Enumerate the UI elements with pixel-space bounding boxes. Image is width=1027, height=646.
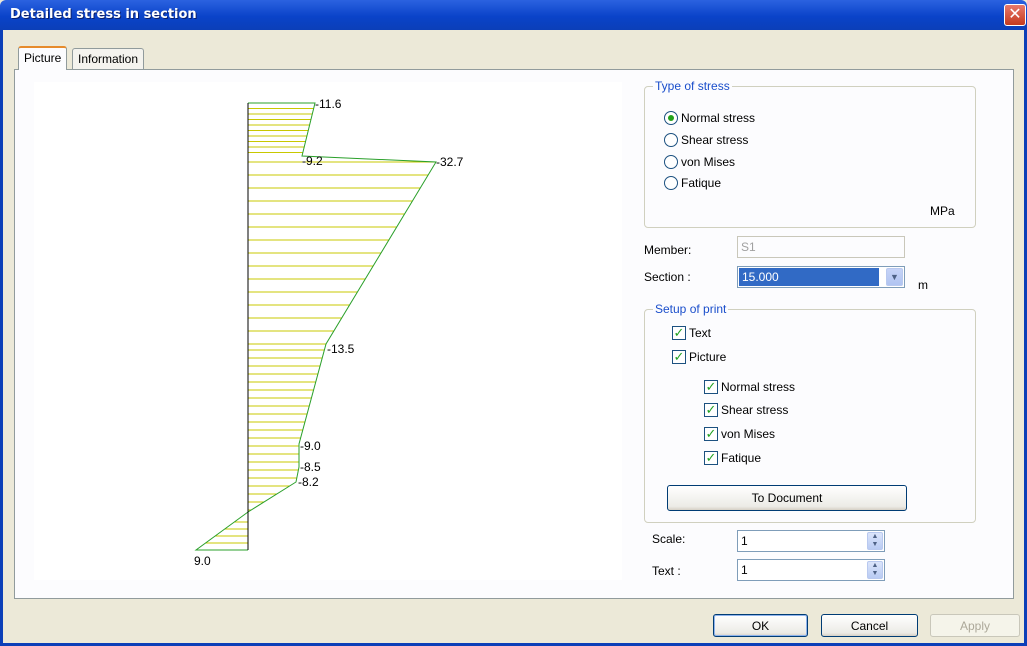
checkbox-print-shear-stress-label: Shear stress — [721, 403, 789, 417]
section-select[interactable]: 15.000 ▼ — [737, 266, 905, 288]
member-field: S1 — [737, 236, 905, 258]
checkmark-icon: ✓ — [704, 426, 718, 441]
checkbox-picture-label: Picture — [689, 350, 727, 364]
radio-von-mises-label: von Mises — [681, 155, 736, 169]
radio-normal-stress[interactable]: Normal stress — [664, 111, 755, 125]
section-unit: m — [918, 278, 928, 292]
scale-value: 1 — [741, 534, 748, 548]
radio-shear-stress-label: Shear stress — [681, 133, 749, 147]
tab-picture[interactable]: Picture — [18, 46, 68, 70]
stress-label: -8.5 — [300, 460, 321, 474]
tab-picture-label: Picture — [24, 51, 62, 65]
spinner-arrows-icon[interactable]: ▲ ▼ — [867, 532, 883, 550]
checkmark-icon: ✓ — [704, 450, 718, 465]
chevron-down-icon[interactable]: ▼ — [886, 268, 903, 286]
radio-normal-stress-label: Normal stress — [681, 111, 756, 125]
cancel-label: Cancel — [850, 618, 889, 633]
tab-information-label: Information — [78, 52, 139, 66]
radio-fatique-label: Fatique — [681, 176, 722, 190]
type-of-stress-title: Type of stress — [653, 79, 732, 93]
apply-label: Apply — [959, 618, 991, 633]
setup-of-print-title: Setup of print — [653, 302, 729, 316]
checkbox-print-normal-stress-label: Normal stress — [721, 380, 796, 394]
to-document-button[interactable]: To Document — [667, 485, 907, 511]
member-value: S1 — [741, 240, 756, 254]
radio-icon — [664, 176, 678, 190]
text-size-value: 1 — [741, 563, 748, 577]
radio-icon — [664, 155, 678, 169]
checkbox-print-shear-stress[interactable]: ✓ Shear stress — [704, 403, 788, 417]
checkbox-print-von-mises-label: von Mises — [721, 427, 776, 441]
stress-label: -13.5 — [327, 342, 355, 356]
radio-icon — [664, 133, 678, 147]
window-title: Detailed stress in section — [10, 7, 197, 22]
checkbox-picture[interactable]: ✓ Picture — [672, 350, 726, 364]
close-button[interactable]: ✕ — [1004, 4, 1026, 26]
stress-label: 9.0 — [194, 554, 211, 568]
section-value: 15.000 — [739, 268, 879, 286]
title-bar[interactable]: Detailed stress in section ✕ — [0, 0, 1027, 30]
stress-label: -32.7 — [436, 155, 464, 169]
checkbox-print-fatique-label: Fatique — [721, 451, 762, 465]
ok-button[interactable]: OK — [713, 614, 808, 637]
cancel-button[interactable]: Cancel — [821, 614, 918, 637]
scale-label: Scale: — [652, 532, 686, 546]
stress-label: -9.0 — [300, 439, 321, 453]
radio-shear-stress[interactable]: Shear stress — [664, 133, 748, 147]
section-label: Section : — [644, 270, 691, 284]
checkbox-text-label: Text — [689, 326, 712, 340]
stress-label: -9.2 — [302, 154, 323, 168]
text-size-label: Text : — [652, 564, 681, 578]
stress-unit: MPa — [930, 204, 955, 218]
radio-fatique[interactable]: Fatique — [664, 176, 721, 190]
radio-icon — [664, 111, 678, 125]
checkbox-print-von-mises[interactable]: ✓ von Mises — [704, 427, 775, 441]
stress-label: -11.6 — [315, 97, 342, 111]
ok-label: OK — [751, 618, 770, 633]
to-document-label: To Document — [751, 491, 823, 505]
stress-label: -8.2 — [298, 475, 319, 489]
checkbox-print-normal-stress[interactable]: ✓ Normal stress — [704, 380, 795, 394]
apply-button[interactable]: Apply — [930, 614, 1020, 637]
checkmark-icon: ✓ — [704, 402, 718, 417]
scale-spinner[interactable]: 1 ▲ ▼ — [737, 530, 885, 552]
checkmark-icon: ✓ — [672, 349, 686, 364]
radio-von-mises[interactable]: von Mises — [664, 155, 735, 169]
stress-diagram: -11.6 -9.2 -32.7 -13.5 -9.0 -8.5 -8.2 9.… — [34, 82, 622, 580]
stress-diagram-svg: -11.6 -9.2 -32.7 -13.5 -9.0 -8.5 -8.2 9.… — [194, 97, 464, 568]
spinner-arrows-icon[interactable]: ▲ ▼ — [867, 561, 883, 579]
tab-information[interactable]: Information — [72, 48, 145, 70]
checkmark-icon: ✓ — [704, 379, 718, 394]
member-label: Member: — [644, 243, 692, 257]
checkbox-print-fatique[interactable]: ✓ Fatique — [704, 451, 761, 465]
checkbox-text[interactable]: ✓ Text — [672, 326, 711, 340]
close-icon: ✕ — [1008, 6, 1022, 23]
text-size-spinner[interactable]: 1 ▲ ▼ — [737, 559, 885, 581]
checkmark-icon: ✓ — [672, 325, 686, 340]
